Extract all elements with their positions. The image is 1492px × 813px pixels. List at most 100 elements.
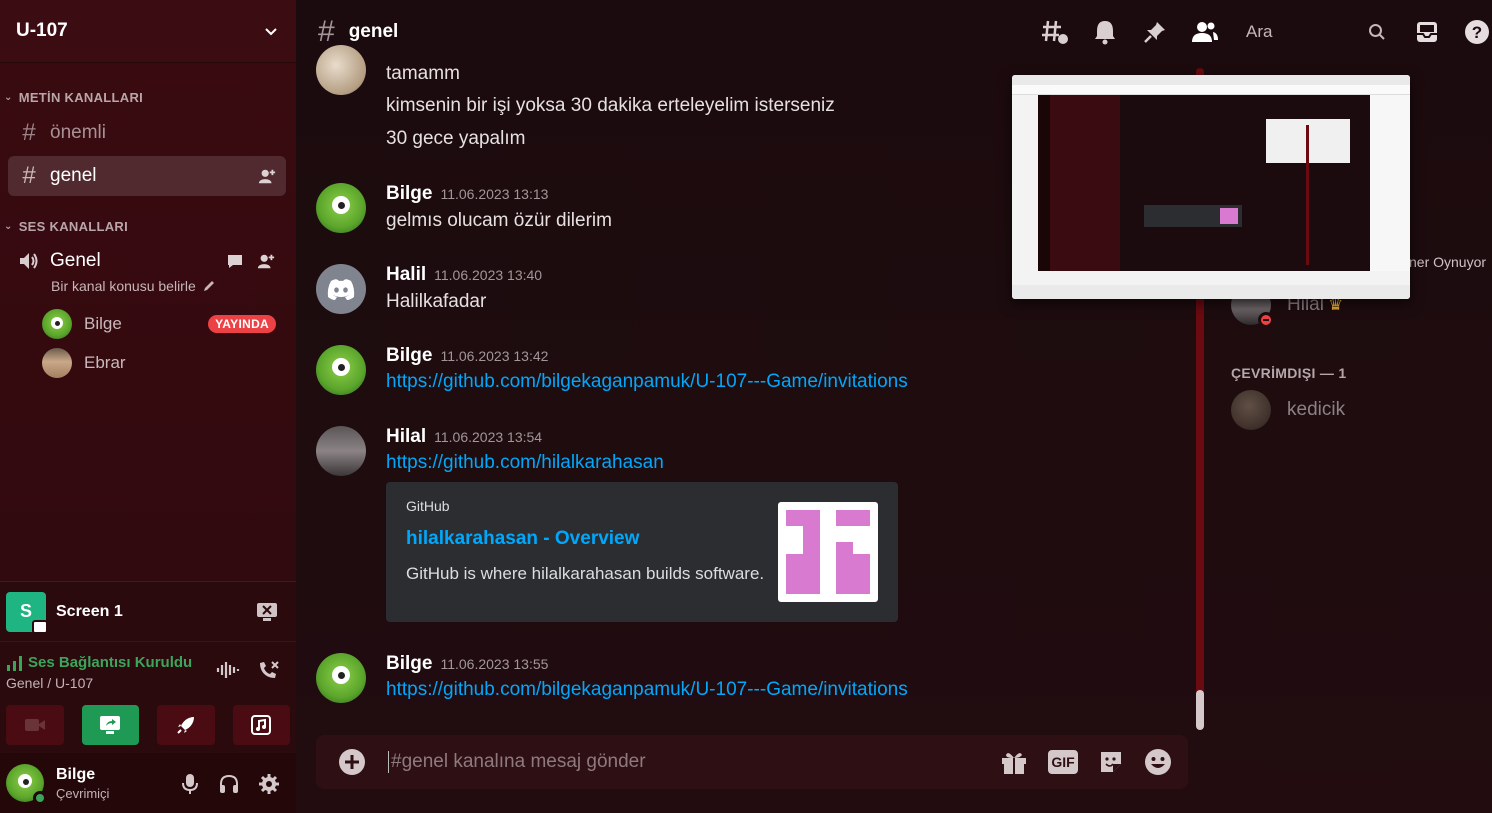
gift-icon[interactable] bbox=[1000, 749, 1028, 775]
server-header[interactable]: U-107 bbox=[0, 0, 296, 63]
add-member-icon[interactable] bbox=[256, 252, 276, 270]
category-text-channels[interactable]: ⌄ METİN KANALLARI bbox=[0, 87, 296, 107]
message-timestamp: 11.06.2023 13:54 bbox=[434, 429, 543, 445]
channel-genel[interactable]: # genel bbox=[8, 156, 286, 196]
caret-down-icon: ⌄ bbox=[4, 91, 13, 103]
screen-share-panel: S Screen 1 bbox=[0, 581, 296, 641]
member-item-kedicik[interactable]: kedicik bbox=[1231, 390, 1345, 430]
threads-icon bbox=[1042, 20, 1068, 44]
link-embed: GitHub hilalkarahasan - Overview GitHub … bbox=[386, 482, 898, 622]
voice-topic[interactable]: Bir kanal konusu belirle bbox=[51, 278, 196, 294]
identicon-image bbox=[786, 510, 870, 594]
avatar[interactable] bbox=[316, 183, 366, 233]
microphone-icon[interactable] bbox=[180, 773, 200, 795]
member-name: Ebrar bbox=[84, 352, 126, 372]
speaker-icon bbox=[20, 253, 38, 269]
voice-channel-genel[interactable]: Genel Bir kanal konusu belirle bbox=[8, 244, 286, 298]
search-icon bbox=[1369, 24, 1385, 40]
stream-preview-popout[interactable] bbox=[1012, 75, 1410, 299]
avatar[interactable] bbox=[316, 264, 366, 314]
member-name: kedicik bbox=[1287, 399, 1346, 420]
preview-addressbar bbox=[1012, 85, 1410, 95]
username: Bilge bbox=[56, 765, 96, 783]
message-author[interactable]: Hilal bbox=[386, 426, 426, 447]
message-text: tamamm bbox=[386, 63, 460, 84]
dnd-status-icon bbox=[1258, 312, 1274, 328]
emoji-icon[interactable] bbox=[1144, 748, 1172, 776]
chat-icon[interactable] bbox=[226, 252, 244, 270]
avatar[interactable] bbox=[316, 426, 366, 476]
avatar bbox=[1231, 390, 1271, 430]
channel-label: önemli bbox=[50, 122, 106, 143]
message-link[interactable]: https://github.com/bilgekaganpamuk/U-107… bbox=[386, 675, 1206, 705]
help-button[interactable]: ? bbox=[1462, 18, 1492, 46]
screen-share-icon: S bbox=[6, 591, 48, 634]
camera-icon bbox=[24, 719, 45, 731]
search-input[interactable]: Ara bbox=[1238, 22, 1388, 42]
pinned-button[interactable] bbox=[1140, 18, 1170, 46]
voice-member-bilge[interactable]: Bilge YAYINDA bbox=[0, 304, 286, 343]
pin-icon bbox=[1144, 22, 1165, 43]
inbox-button[interactable] bbox=[1412, 18, 1442, 46]
category-voice-channels[interactable]: ⌄ SES KANALLARI bbox=[0, 216, 296, 236]
channel-onemli[interactable]: # önemli bbox=[8, 113, 286, 153]
message-author[interactable]: Bilge bbox=[386, 183, 432, 204]
avatar[interactable] bbox=[316, 345, 366, 395]
gif-button[interactable]: GIF bbox=[1048, 750, 1078, 774]
screen-share-label: Screen 1 bbox=[56, 602, 123, 620]
rocket-icon bbox=[177, 717, 194, 734]
activity-text: ner Oynuyor bbox=[1409, 254, 1487, 270]
message-input[interactable]: #genel kanalına mesaj gönder bbox=[388, 751, 1000, 773]
svg-text:?: ? bbox=[1472, 23, 1482, 42]
message-link[interactable]: https://github.com/hilalkarahasan bbox=[386, 448, 1206, 478]
noise-suppression-icon[interactable] bbox=[216, 660, 240, 680]
activity-button[interactable] bbox=[157, 705, 215, 745]
preview-left-panel bbox=[1012, 95, 1038, 285]
message-author[interactable]: Bilge bbox=[386, 345, 432, 366]
user-avatar[interactable] bbox=[6, 764, 47, 805]
headphones-icon[interactable] bbox=[218, 773, 240, 795]
soundboard-button[interactable] bbox=[232, 705, 290, 745]
offline-header: ÇEVRİMDIŞI — 1 bbox=[1231, 365, 1347, 381]
online-status-dot bbox=[33, 791, 47, 805]
attach-plus-icon[interactable] bbox=[338, 748, 366, 776]
message-author[interactable]: Halil bbox=[386, 264, 426, 285]
channel-label: genel bbox=[50, 165, 97, 186]
preview-discord-window bbox=[1038, 95, 1370, 271]
sticker-icon[interactable] bbox=[1098, 749, 1124, 775]
signal-icon bbox=[7, 655, 22, 671]
user-panel: Bilge Çevrimiçi bbox=[0, 753, 296, 813]
voice-connected-label[interactable]: Ses Bağlantısı Kuruldu bbox=[28, 654, 192, 671]
message-composer: #genel kanalına mesaj gönder GIF bbox=[316, 735, 1188, 789]
bell-icon bbox=[1095, 21, 1115, 45]
screen-share-button[interactable] bbox=[81, 705, 139, 745]
members-icon bbox=[1192, 22, 1218, 42]
message-author[interactable]: Bilge bbox=[386, 653, 432, 674]
camera-button[interactable] bbox=[6, 705, 64, 745]
avatar[interactable] bbox=[316, 653, 366, 703]
stop-stream-icon[interactable] bbox=[256, 602, 278, 622]
live-badge: YAYINDA bbox=[208, 314, 276, 333]
avatar bbox=[42, 308, 72, 339]
member-list-button[interactable] bbox=[1190, 18, 1220, 46]
add-member-icon[interactable] bbox=[258, 167, 276, 185]
channel-title: genel bbox=[348, 20, 399, 42]
scrollbar-thumb[interactable] bbox=[1196, 690, 1204, 730]
soundboard-icon bbox=[251, 715, 272, 735]
preview-titlebar bbox=[1012, 75, 1410, 85]
pencil-icon[interactable] bbox=[202, 279, 216, 293]
embed-thumbnail[interactable] bbox=[778, 502, 878, 602]
message-text: 30 gece yapalım bbox=[386, 128, 526, 149]
disconnect-icon[interactable] bbox=[256, 660, 280, 682]
gear-icon[interactable] bbox=[258, 773, 280, 795]
server-name: U-107 bbox=[16, 20, 68, 41]
avatar[interactable] bbox=[316, 45, 366, 95]
message-link[interactable]: https://github.com/bilgekaganpamuk/U-107… bbox=[386, 367, 1206, 397]
chevron-down-icon[interactable] bbox=[264, 24, 278, 38]
avatar bbox=[42, 347, 72, 378]
threads-button[interactable] bbox=[1040, 18, 1070, 46]
channel-sidebar: U-107 ⌄ METİN KANALLARI # önemli # genel… bbox=[0, 0, 296, 813]
voice-member-ebrar[interactable]: Ebrar bbox=[0, 343, 286, 382]
notifications-button[interactable] bbox=[1090, 18, 1120, 46]
inbox-icon bbox=[1417, 22, 1437, 42]
